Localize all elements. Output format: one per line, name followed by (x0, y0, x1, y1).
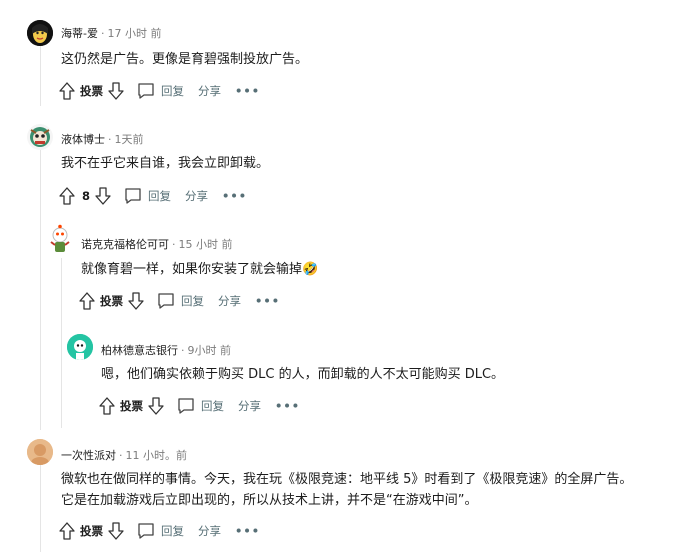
comment-body: 就像育碧一样，如果你安装了就会输掉🤣 (81, 259, 318, 280)
share-button[interactable]: 分享 (183, 188, 208, 204)
separator-dot: · (108, 133, 112, 146)
thread-line (40, 462, 41, 552)
reply-button[interactable]: 回复 (124, 187, 171, 205)
comment-text-line: 我不在乎它来自谁，我会立即卸载。 (61, 156, 270, 171)
laughing-emoji-icon: 🤣 (302, 262, 319, 277)
comment-actions: 8 回复 分享 ••• (58, 185, 247, 207)
avatar-image (27, 20, 53, 46)
more-options-icon[interactable]: ••• (222, 189, 247, 203)
vote-label: 投票 (100, 294, 123, 308)
username[interactable]: 一次性派对 (61, 449, 116, 462)
share-button[interactable]: 分享 (216, 293, 241, 309)
avatar[interactable] (67, 334, 93, 360)
more-options-icon[interactable]: ••• (235, 84, 260, 98)
timestamp[interactable]: 1天前 (115, 133, 144, 146)
comment-actions: 投票 回复 分享 ••• (58, 520, 260, 542)
comment-actions: 投票 回复 分享 ••• (98, 395, 300, 417)
share-label: 分享 (185, 189, 209, 203)
downvote-icon[interactable] (94, 186, 112, 206)
downvote-icon[interactable] (107, 81, 125, 101)
avatar[interactable] (47, 224, 73, 254)
upvote-icon[interactable] (58, 186, 76, 206)
comment-bubble-icon (158, 293, 174, 309)
comment-text-line: 嗯，他们确实依赖于购买 DLC 的人，而卸载的人不太可能购买 DLC。 (101, 367, 505, 382)
timestamp[interactable]: 17 小时 前 (107, 27, 161, 40)
reply-label: 回复 (201, 399, 224, 413)
thread-line (40, 150, 41, 430)
share-label: 分享 (218, 294, 241, 308)
comment-bubble-icon (178, 398, 194, 414)
avatar-image (27, 439, 53, 465)
username[interactable]: 液体博士 (61, 133, 105, 146)
share-button[interactable]: 分享 (196, 523, 221, 539)
comment-body: 嗯，他们确实依赖于购买 DLC 的人，而卸载的人不太可能购买 DLC。 (101, 364, 504, 385)
reply-button[interactable]: 回复 (157, 292, 204, 310)
avatar[interactable] (27, 20, 53, 46)
comment-text: 就像育碧一样，如果你安装了就会输掉 (81, 262, 303, 277)
comment-text-line: 微软也在做同样的事情。今天，我在玩《极限竞速：地平线 5》时看到了《极限竞速》的… (61, 472, 633, 487)
comment-bubble-icon (138, 523, 154, 539)
more-options-icon[interactable]: ••• (235, 524, 260, 538)
thread-line (61, 258, 62, 428)
share-label: 分享 (238, 399, 261, 413)
comment-text-line: 这仍然是广告。更像是育碧强制投放广告。 (61, 52, 309, 67)
timestamp[interactable]: 15 小时 前 (179, 238, 233, 251)
separator-dot: · (119, 449, 123, 462)
avatar-image (50, 224, 70, 252)
share-label: 分享 (198, 84, 221, 98)
upvote-icon[interactable] (98, 396, 116, 416)
downvote-icon[interactable] (127, 291, 145, 311)
vote-count: 8 (82, 189, 91, 203)
upvote-icon[interactable] (78, 291, 96, 311)
comment-actions: 投票 回复 分享 ••• (58, 80, 260, 102)
more-options-icon[interactable]: ••• (255, 294, 280, 308)
upvote-icon[interactable] (58, 81, 76, 101)
upvote-icon[interactable] (58, 521, 76, 541)
avatar-image (67, 334, 93, 360)
separator-dot: · (181, 344, 185, 357)
avatar[interactable] (27, 439, 53, 465)
comment-body: 这仍然是广告。更像是育碧强制投放广告。 (61, 49, 308, 70)
comment-body: 我不在乎它来自谁，我会立即卸载。 (61, 153, 269, 174)
thread-line (40, 46, 41, 106)
username[interactable]: 海蒂-爱 (61, 27, 98, 40)
username[interactable]: 诺克克福格伦可可 (81, 238, 169, 251)
reply-label: 回复 (148, 189, 172, 203)
reply-button[interactable]: 回复 (137, 82, 184, 100)
username[interactable]: 柏林德意志银行 (101, 344, 178, 357)
downvote-icon[interactable] (107, 521, 125, 541)
more-options-icon[interactable]: ••• (275, 399, 300, 413)
reply-button[interactable]: 回复 (137, 522, 184, 540)
vote-label: 投票 (120, 399, 143, 413)
comment-bubble-icon (138, 83, 154, 99)
separator-dot: · (172, 238, 176, 251)
avatar-image (27, 124, 53, 150)
timestamp[interactable]: 11 小时。前 (126, 449, 188, 462)
reply-label: 回复 (181, 294, 204, 308)
share-label: 分享 (198, 524, 221, 538)
avatar[interactable] (27, 124, 53, 150)
comment-text-line: 就像育碧一样，如果你安装了就会输掉🤣 (81, 259, 318, 280)
vote-label: 投票 (80, 524, 103, 538)
reply-button[interactable]: 回复 (177, 397, 224, 415)
comment-actions: 投票 回复 分享 ••• (78, 290, 280, 312)
timestamp[interactable]: 9小时 前 (188, 344, 232, 357)
comment-text-line: 它是在加载游戏后立即出现的，所以从技术上讲，并不是“在游戏中间”。 (61, 493, 478, 508)
comment-bubble-icon (125, 188, 141, 204)
comment-body: 微软也在做同样的事情。今天，我在玩《极限竞速：地平线 5》时看到了《极限竞速》的… (61, 469, 632, 511)
share-button[interactable]: 分享 (196, 83, 221, 99)
share-button[interactable]: 分享 (236, 398, 261, 414)
separator-dot: · (100, 27, 105, 40)
reply-label: 回复 (161, 84, 184, 98)
downvote-icon[interactable] (147, 396, 165, 416)
vote-label: 投票 (80, 84, 103, 98)
reply-label: 回复 (161, 524, 184, 538)
